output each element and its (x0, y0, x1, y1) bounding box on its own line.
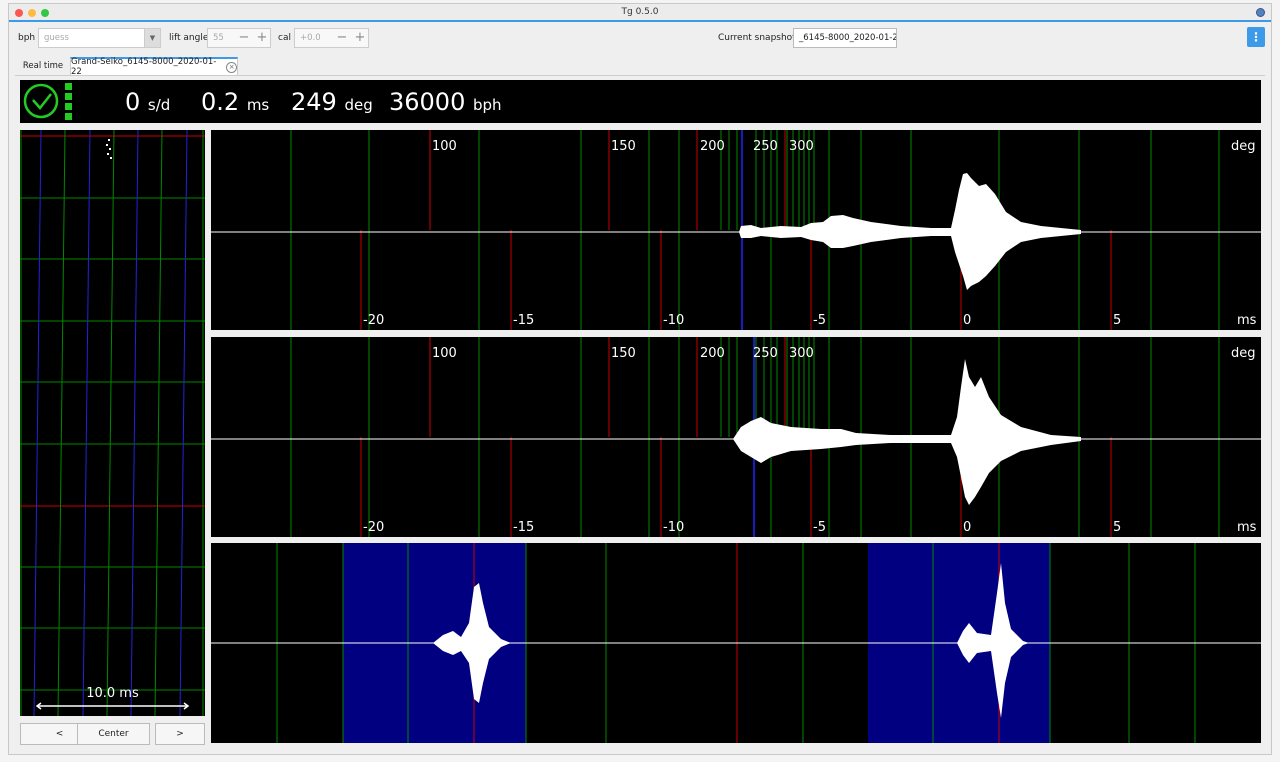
tic-ms-tick--5: -5 (813, 313, 826, 328)
beat-error-readout: 0.2 ms (201, 88, 270, 116)
minus-icon: − (238, 30, 250, 45)
tic-ms-tick--20: -20 (363, 313, 385, 328)
tic-deg-tick-100: 100 (432, 139, 457, 154)
plus-icon: + (256, 30, 268, 45)
tic-waveform-panel[interactable]: 100 150 200 250 300 deg -20 -15 -10 -5 0… (211, 130, 1261, 330)
tic-deg-tick-300: 300 (789, 139, 814, 154)
tic-deg-tick-200: 200 (700, 139, 725, 154)
status-display: 0 s/d 0.2 ms 249 deg 36000 bph (20, 80, 1261, 123)
period-waveform-panel[interactable] (211, 543, 1261, 743)
tab-snapshot[interactable]: Grand-Seiko_6145-8000_2020-01-22 × (70, 57, 238, 77)
paperstrip-center-button[interactable]: Center (77, 723, 150, 745)
tic-ms-tick--10: -10 (663, 313, 685, 328)
lift-angle-increase-button[interactable]: + (254, 30, 270, 46)
rate-readout: 0 s/d (125, 88, 171, 116)
lift-angle-value: 55 (213, 33, 224, 43)
toc-ms-tick--5: -5 (813, 520, 826, 535)
bph-dropdown-button[interactable]: ▼ (144, 28, 161, 48)
menu-button[interactable]: ⋮ (1247, 27, 1265, 47)
toc-deg-tick-200: 200 (700, 346, 725, 361)
tic-ms-tick-5: 5 (1113, 313, 1122, 328)
bph-label: bph (18, 33, 36, 43)
snapshot-label: Current snapshot: (718, 33, 799, 43)
kebab-menu-icon: ⋮ (1250, 30, 1262, 44)
tab-snapshot-label: Grand-Seiko_6145-8000_2020-01-22 (71, 57, 217, 77)
app-icon (1256, 8, 1265, 17)
toc-waveform-graph (211, 337, 1261, 537)
tab-bar-divider (15, 75, 1265, 76)
lift-angle-decrease-button[interactable]: − (236, 30, 252, 46)
toc-waveform-panel[interactable]: 100 150 200 250 300 deg -20 -15 -10 -5 0… (211, 337, 1261, 537)
tic-deg-tick-250: 250 (753, 139, 778, 154)
bph-readout: 36000 bph (389, 88, 502, 116)
tic-deg-tick-150: 150 (611, 139, 636, 154)
cal-value: +0.0 (300, 33, 321, 43)
tic-ms-tick--15: -15 (513, 313, 535, 328)
toc-ms-tick--15: -15 (513, 520, 535, 535)
minus-icon: − (336, 30, 348, 45)
cal-label: cal (278, 33, 291, 43)
cal-spinbox[interactable]: +0.0 − + (294, 28, 369, 48)
toc-ms-tick-5: 5 (1113, 520, 1122, 535)
paperstrip-scale-label: 10.0 ms (86, 686, 139, 701)
watch-status-icon (23, 83, 72, 120)
tic-deg-unit: deg (1231, 139, 1256, 154)
toc-deg-tick-250: 250 (753, 346, 778, 361)
window-title: Tg 0.5.0 (621, 7, 659, 17)
cal-increase-button[interactable]: + (352, 30, 368, 46)
chevron-down-icon: ▼ (149, 34, 156, 42)
snapshot-name-input[interactable]: _6145-8000_2020-01-22 (793, 28, 897, 48)
toc-ms-tick--10: -10 (663, 520, 685, 535)
paperstrip-next-button[interactable]: > (155, 723, 205, 745)
close-tab-icon[interactable]: × (226, 61, 237, 73)
toc-ms-unit: ms (1237, 520, 1257, 535)
tic-ms-tick-0: 0 (963, 313, 972, 328)
toc-deg-tick-300: 300 (789, 346, 814, 361)
toc-ms-tick-0: 0 (963, 520, 972, 535)
paperstrip-panel[interactable]: 10.0 ms (20, 130, 205, 716)
tic-ms-unit: ms (1237, 313, 1257, 328)
toc-ms-tick--20: -20 (363, 520, 385, 535)
plus-icon: + (354, 30, 366, 45)
bph-input[interactable]: guess (38, 28, 145, 48)
toc-deg-tick-150: 150 (611, 346, 636, 361)
paperstrip-graph (20, 130, 205, 716)
toc-deg-tick-100: 100 (432, 346, 457, 361)
toc-deg-unit: deg (1231, 346, 1256, 361)
lift-angle-label: lift angle (169, 33, 209, 43)
title-bar: Tg 0.5.0 (9, 4, 1271, 22)
app-window: Tg 0.5.0 bph guess ▼ lift angle 55 − + c… (8, 3, 1272, 755)
period-waveform-graph (211, 543, 1261, 743)
amplitude-readout: 249 deg (291, 88, 373, 116)
tic-waveform-graph (211, 130, 1261, 330)
lift-angle-spinbox[interactable]: 55 − + (207, 28, 271, 48)
tab-real-time[interactable]: Real time (20, 57, 66, 75)
cal-decrease-button[interactable]: − (334, 30, 350, 46)
